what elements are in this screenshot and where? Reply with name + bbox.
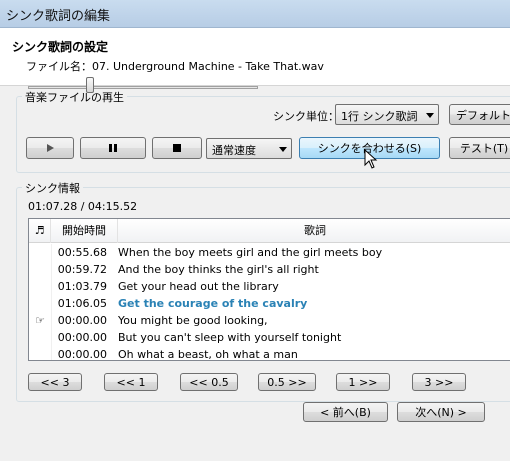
seek-back-0-5-button[interactable]: << 0.5 — [180, 373, 238, 391]
seek-forward-3-button[interactable]: 3 >> — [412, 373, 466, 391]
pause-icon — [109, 144, 117, 152]
table-row[interactable]: 01:06.05 Get the courage of the cavalry — [29, 295, 510, 312]
table-row[interactable]: ☞ 00:00.00 You might be good looking, — [29, 312, 510, 329]
stop-button[interactable] — [152, 137, 202, 159]
pause-button[interactable] — [80, 137, 146, 159]
column-header-mark[interactable]: ♬ — [29, 219, 51, 243]
speed-select[interactable]: 通常速度 — [206, 138, 292, 159]
row-lyric: Oh what a beast, oh what a man — [118, 348, 298, 361]
default-button[interactable]: デフォルト(F — [449, 104, 510, 125]
row-lyric: You might be good looking, — [118, 314, 268, 327]
row-lyric: And the boy thinks the girl's all right — [118, 263, 319, 276]
pointing-hand-icon: ☞ — [35, 314, 45, 327]
seek-back-3-button[interactable]: << 3 — [28, 373, 82, 391]
play-button[interactable] — [26, 137, 74, 159]
table-row[interactable]: 01:03.79 Get your head out the library — [29, 278, 510, 295]
mouse-cursor-icon — [364, 149, 378, 169]
row-marker — [29, 244, 51, 261]
row-lyric: But you can't sleep with yourself tonigh… — [118, 331, 342, 344]
window-title: シンク歌詞の編集 — [6, 9, 111, 24]
row-start-time: 00:00.00 — [51, 329, 109, 346]
seek-forward-1-button[interactable]: 1 >> — [336, 373, 390, 391]
speed-value: 通常速度 — [212, 144, 256, 157]
row-marker — [29, 295, 51, 312]
back-button[interactable]: < 前へ(B) — [303, 402, 388, 422]
sync-unit-value: 1行 シンク歌詞 — [341, 110, 418, 123]
sync-unit-select[interactable]: 1行 シンク歌詞 — [335, 104, 439, 125]
lyrics-table[interactable]: ♬ 開始時間 歌詞 00:55.68 When the boy meets gir… — [28, 218, 510, 361]
test-button[interactable]: テスト(T) — [449, 137, 510, 159]
playback-position: 01:07.28 / 04:15.52 — [28, 200, 138, 213]
table-row[interactable]: 00:00.00 Oh what a beast, oh what a man — [29, 346, 510, 361]
row-start-time: 00:00.00 — [51, 312, 109, 329]
file-name-label: ファイル名：07. Underground Machine - Take Tha… — [26, 60, 324, 73]
playback-slider-track[interactable] — [28, 86, 258, 89]
page-title: シンク歌詞の設定 — [12, 40, 109, 54]
sync-info-group-label: シンク情報 — [22, 180, 83, 196]
table-row[interactable]: 00:59.72 And the boy thinks the girl's al… — [29, 261, 510, 278]
row-marker — [29, 346, 51, 360]
table-header: ♬ 開始時間 歌詞 — [29, 219, 510, 243]
chevron-down-icon — [426, 113, 434, 118]
table-row[interactable]: 00:55.68 When the boy meets girl and the … — [29, 244, 510, 261]
next-button[interactable]: 次へ(N) > — [397, 402, 485, 422]
play-icon — [47, 144, 54, 152]
row-start-time: 01:03.79 — [51, 278, 109, 295]
row-lyric: When the boy meets girl and the girl mee… — [118, 246, 383, 259]
row-marker — [29, 278, 51, 295]
title-bar: シンク歌詞の編集 — [0, 0, 510, 28]
row-marker — [29, 261, 51, 278]
playback-group-label: 音楽ファイルの再生 — [22, 89, 127, 105]
row-start-time: 00:59.72 — [51, 261, 109, 278]
chevron-down-icon — [279, 147, 287, 152]
column-header-lyrics[interactable]: 歌詞 — [118, 219, 510, 243]
stop-icon — [173, 144, 181, 152]
row-lyric: Get your head out the library — [118, 280, 279, 293]
seek-back-1-button[interactable]: << 1 — [104, 373, 158, 391]
row-lyric: Get the courage of the cavalry — [118, 297, 308, 310]
row-start-time: 00:00.00 — [51, 346, 109, 360]
sync-unit-label: シンク単位： — [273, 110, 339, 123]
row-start-time: 00:55.68 — [51, 244, 109, 261]
playback-slider-thumb[interactable] — [86, 77, 94, 93]
table-row[interactable]: 00:00.00 But you can't sleep with yoursel… — [29, 329, 510, 346]
row-marker — [29, 329, 51, 346]
row-start-time: 01:06.05 — [51, 295, 109, 312]
column-header-start-time[interactable]: 開始時間 — [51, 219, 118, 243]
header-panel: シンク歌詞の設定 ファイル名：07. Underground Machine -… — [0, 28, 510, 86]
seek-forward-0-5-button[interactable]: 0.5 >> — [258, 373, 316, 391]
